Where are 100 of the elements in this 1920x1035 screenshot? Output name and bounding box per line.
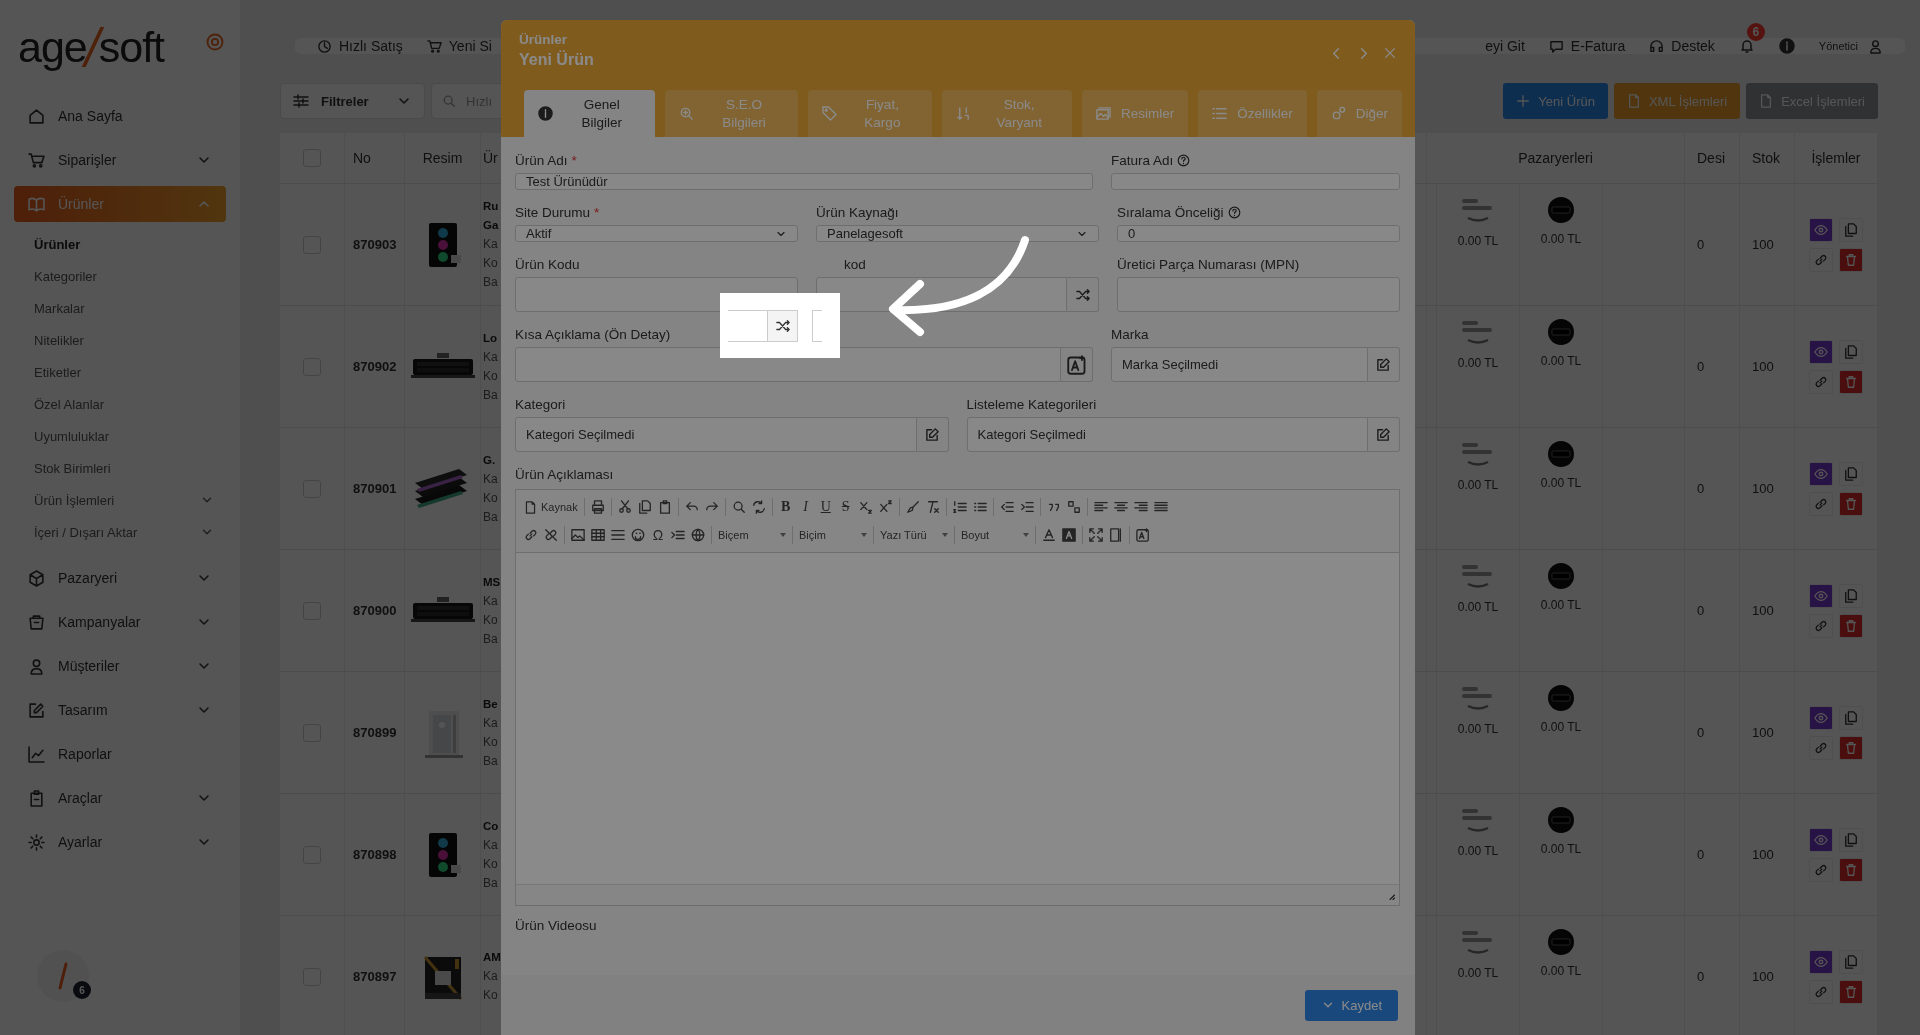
- tab[interactable]: Genel Bilgiler: [524, 90, 655, 137]
- sidebar-subitem[interactable]: Markalar: [34, 292, 214, 324]
- brush-icon[interactable]: [905, 500, 920, 514]
- link-button[interactable]: [1809, 247, 1833, 272]
- sidebar-item[interactable]: Müşteriler: [14, 648, 226, 684]
- maximize-icon[interactable]: [1089, 528, 1103, 542]
- globe-icon[interactable]: [691, 528, 705, 542]
- paste-icon[interactable]: [657, 500, 672, 514]
- input-field[interactable]: [812, 309, 822, 342]
- replace-icon[interactable]: [751, 500, 766, 514]
- help-icon[interactable]: [1227, 205, 1241, 219]
- delete-button[interactable]: [1839, 491, 1863, 516]
- align-left-icon[interactable]: [1093, 500, 1108, 514]
- close-icon[interactable]: [1383, 46, 1397, 60]
- breadcrumb[interactable]: Ürünler: [519, 32, 594, 47]
- sidebar-item[interactable]: Siparişler: [14, 142, 226, 178]
- user-name[interactable]: Yönetici: [1818, 40, 1858, 52]
- copy-button[interactable]: [1839, 705, 1863, 730]
- top-bar-link[interactable]: Yeni Si: [426, 38, 492, 54]
- clearformat-icon[interactable]: [925, 500, 940, 514]
- rich-text-editor[interactable]: Kaynak B I U S Ω Biçem Biçim Yazı Türü Boyut: [515, 489, 1400, 906]
- input-field[interactable]: Test Ürünüdür: [515, 173, 1093, 190]
- sidebar-subitem[interactable]: Kategoriler: [34, 260, 214, 292]
- justify-icon[interactable]: [1153, 500, 1168, 514]
- sidebar-item[interactable]: Araçlar: [14, 780, 226, 816]
- underline-button[interactable]: U: [818, 499, 833, 515]
- blocks-icon[interactable]: [1109, 528, 1123, 542]
- sidebar-subitem[interactable]: Uyumluluklar: [34, 420, 214, 452]
- bell-icon[interactable]: [1738, 38, 1755, 54]
- input-field[interactable]: Kategori Seçilmedi: [515, 417, 917, 452]
- sidebar-item[interactable]: Ayarlar: [14, 824, 226, 860]
- column-header[interactable]: No: [353, 150, 371, 166]
- superscript-icon[interactable]: [878, 500, 893, 514]
- bold-button[interactable]: B: [778, 499, 793, 515]
- sidebar-item[interactable]: Tasarım: [14, 692, 226, 728]
- view-button[interactable]: [1809, 949, 1833, 974]
- select-field[interactable]: Aktif: [515, 225, 798, 242]
- logo[interactable]: age soft: [0, 0, 240, 94]
- copy-button[interactable]: [1839, 827, 1863, 852]
- column-header[interactable]: Stok: [1752, 150, 1780, 166]
- source-button[interactable]: Kaynak: [524, 500, 578, 514]
- link-button[interactable]: [1809, 491, 1833, 516]
- delete-button[interactable]: [1839, 613, 1863, 638]
- view-button[interactable]: [1809, 827, 1833, 852]
- sidebar-item[interactable]: Kampanyalar: [14, 604, 226, 640]
- sidebar-subitem[interactable]: İçeri / Dışarı Aktar: [34, 516, 214, 548]
- sidebar-item[interactable]: Ana Sayfa: [14, 98, 226, 134]
- save-button[interactable]: Kaydet: [1304, 989, 1398, 1021]
- sidebar-subitem[interactable]: Nitelikler: [34, 324, 214, 356]
- input-field[interactable]: [1111, 173, 1400, 190]
- sidebar-subitem[interactable]: Özel Alanlar: [34, 388, 214, 420]
- copy-button[interactable]: [1839, 217, 1863, 242]
- ol-icon[interactable]: [952, 500, 967, 514]
- bgcolor-icon[interactable]: [1062, 528, 1076, 542]
- edit-button[interactable]: [1368, 347, 1400, 382]
- top-bar-link[interactable]: eyi Git: [1485, 38, 1525, 54]
- unlink-icon[interactable]: [544, 528, 558, 542]
- delete-button[interactable]: [1839, 735, 1863, 760]
- input-field[interactable]: 0: [1117, 225, 1400, 242]
- view-button[interactable]: [1809, 217, 1833, 242]
- copy-button[interactable]: [1839, 949, 1863, 974]
- input-field[interactable]: [515, 347, 1061, 382]
- align-right-icon[interactable]: [1133, 500, 1148, 514]
- help-icon[interactable]: [1177, 153, 1191, 167]
- select-field[interactable]: Panelagesoft: [816, 225, 1099, 242]
- column-header[interactable]: Pazaryerleri: [1518, 150, 1593, 166]
- column-header[interactable]: Desi: [1697, 150, 1725, 166]
- sidebar-subitem[interactable]: Ürün İşlemleri: [34, 484, 214, 516]
- format-dropdown[interactable]: Yazı Türü: [880, 529, 948, 541]
- outdent-icon[interactable]: [999, 500, 1014, 514]
- ai-icon[interactable]: [1136, 528, 1150, 542]
- input-field[interactable]: Marka Seçilmedi: [1111, 347, 1368, 382]
- view-button[interactable]: [1809, 339, 1833, 364]
- ul-icon[interactable]: [972, 500, 987, 514]
- delete-button[interactable]: [1839, 247, 1863, 272]
- pagebreak-icon[interactable]: [671, 528, 685, 542]
- strikethrough-button[interactable]: S: [838, 499, 853, 515]
- link-icon[interactable]: [524, 528, 538, 542]
- sidebar-subitem[interactable]: Ürünler: [34, 228, 214, 260]
- new-product-button[interactable]: Yeni Ürün: [1503, 83, 1608, 119]
- column-header[interactable]: Resim: [422, 150, 463, 166]
- cut-icon[interactable]: [617, 500, 632, 514]
- user-icon[interactable]: [1868, 38, 1883, 54]
- image-icon[interactable]: [571, 528, 585, 542]
- delete-button[interactable]: [1839, 857, 1863, 882]
- link-button[interactable]: [1809, 613, 1833, 638]
- italic-button[interactable]: I: [798, 499, 813, 515]
- link-button[interactable]: [1809, 857, 1833, 882]
- sidebar-item[interactable]: Pazaryeri: [14, 560, 226, 596]
- view-button[interactable]: [1809, 583, 1833, 608]
- action-button[interactable]: XML İşlemleri: [1613, 83, 1741, 119]
- format-dropdown[interactable]: Biçim: [799, 529, 867, 541]
- special-character-button[interactable]: Ω: [651, 527, 665, 543]
- sidebar-item[interactable]: Raporlar: [14, 736, 226, 772]
- sidebar-subitem[interactable]: Etiketler: [34, 356, 214, 388]
- div-icon[interactable]: [1066, 500, 1081, 514]
- sidebar-subitem[interactable]: Stok Birimleri: [34, 452, 214, 484]
- hr-icon[interactable]: [611, 528, 625, 542]
- smiley-icon[interactable]: [631, 528, 645, 542]
- input-field[interactable]: Kategori Seçilmedi: [966, 417, 1368, 452]
